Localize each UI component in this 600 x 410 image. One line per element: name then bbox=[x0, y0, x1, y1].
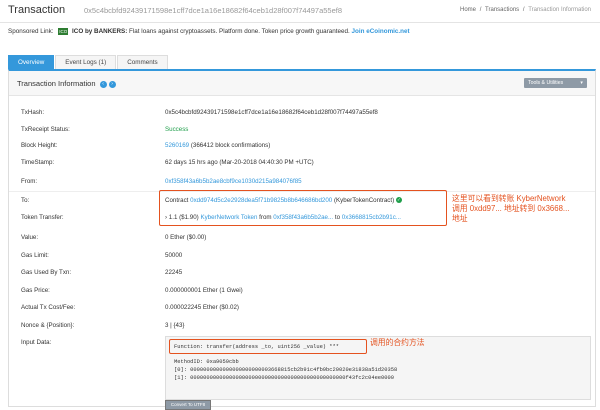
chevron-down-icon: ▾ bbox=[580, 80, 583, 86]
tab-comments[interactable]: Comments bbox=[117, 55, 168, 70]
annotation-function-box bbox=[169, 339, 367, 354]
annotation-line-3: 地址 bbox=[452, 214, 468, 223]
annotation-transfer-box bbox=[159, 190, 447, 226]
sponsor-text: Flat loans against cryptoassets. Platfor… bbox=[129, 28, 350, 36]
tools-utilities-label: Tools & Utilities bbox=[528, 80, 564, 86]
gas-price-label: Gas Price: bbox=[21, 287, 50, 294]
param-0: [0]: 0000000000000000000000003668815cb2b… bbox=[174, 367, 398, 373]
receipt-label: TxReceipt Status: bbox=[21, 126, 70, 133]
method-id: MethodID: 0xa9059cbb bbox=[174, 359, 239, 365]
gas-price-value: 0.000000001 Ether (1 Gwei) bbox=[165, 287, 243, 294]
breadcrumb-current: Transaction Information bbox=[528, 7, 591, 13]
sponsor-brand: ICO by BANKERS: bbox=[72, 28, 128, 36]
block-value: 5260169 (366412 block confirmations) bbox=[165, 142, 270, 149]
value-label: Value: bbox=[21, 234, 39, 241]
breadcrumb: Home / Transactions / Transaction Inform… bbox=[459, 7, 592, 13]
tab-bar: Overview Event Logs (1) Comments bbox=[8, 55, 169, 70]
sponsored-link: Sponsored Link: ICO ICO by BANKERS: Flat… bbox=[8, 28, 592, 42]
transaction-panel: Transaction Information ‹ › Tools & Utili… bbox=[8, 69, 596, 410]
txhash-label: TxHash: bbox=[21, 109, 45, 116]
gas-used-label: Gas Used By Txn: bbox=[21, 269, 72, 276]
breadcrumb-transactions[interactable]: Transactions bbox=[485, 7, 519, 13]
token-transfer-label: Token Transfer: bbox=[21, 214, 64, 221]
annotation-line-1: 这里可以看到转账 KyberNetwork bbox=[452, 194, 566, 203]
annotation-line-2: 调用 0xdd97... 地址转到 0x3668... bbox=[452, 204, 570, 213]
sponsor-prefix: Sponsored Link: bbox=[8, 28, 54, 36]
receipt-status: Success bbox=[165, 126, 189, 133]
gas-limit-value: 50000 bbox=[165, 252, 183, 259]
gas-used-value: 22245 bbox=[165, 269, 183, 276]
tab-event-logs[interactable]: Event Logs (1) bbox=[55, 55, 117, 70]
from-label: From: bbox=[21, 178, 38, 185]
next-transaction-icon[interactable]: › bbox=[108, 80, 116, 88]
panel-title-text: Transaction Information bbox=[17, 79, 96, 88]
param-1: [1]: 00000000000000000000000000000000000… bbox=[174, 375, 394, 381]
block-confirmations: (366412 block confirmations) bbox=[190, 142, 271, 149]
breadcrumb-separator: / bbox=[479, 7, 482, 13]
timestamp-label: TimeStamp: bbox=[21, 159, 55, 166]
fee-label: Actual Tx Cost/Fee: bbox=[21, 304, 76, 311]
nonce-label: Nonce & {Position}: bbox=[21, 322, 75, 329]
breadcrumb-separator: / bbox=[522, 7, 525, 13]
block-label: Block Height: bbox=[21, 142, 58, 149]
ico-logo-icon: ICO bbox=[58, 28, 69, 35]
panel-title: Transaction Information ‹ › bbox=[17, 79, 116, 88]
block-link[interactable]: 5260169 bbox=[165, 142, 189, 149]
input-label: Input Data: bbox=[21, 339, 52, 346]
panel-header: Transaction Information ‹ › Tools & Utili… bbox=[9, 71, 595, 96]
gas-limit-label: Gas Limit: bbox=[21, 252, 49, 259]
nonce-value: 3 | {43} bbox=[165, 322, 185, 329]
tools-utilities-button[interactable]: Tools & Utilities ▾ bbox=[524, 78, 587, 88]
convert-utf8-button[interactable]: Convert To UTF8 bbox=[165, 400, 211, 410]
page-hash: 0x5c4bcbfd92439171598e1cff7dce1a16e18682… bbox=[84, 6, 343, 15]
from-address-link[interactable]: 0xf358f43a6b5b2ae8cbf9ce1030d215a984076f… bbox=[165, 178, 302, 185]
value-amount: 0 Ether ($0.00) bbox=[165, 234, 207, 241]
annotation-function-note: 调用的合约方法 bbox=[370, 338, 425, 347]
top-bar: Transaction 0x5c4bcbfd92439171598e1cff7d… bbox=[0, 0, 600, 23]
timestamp-value: 62 days 15 hrs ago (Mar-20-2018 04:40:30… bbox=[165, 159, 314, 166]
txhash-value: 0x5c4bcbfd92439171598e1cff7dce1a16e18682… bbox=[165, 109, 378, 116]
to-label: To: bbox=[21, 197, 30, 204]
prev-transaction-icon[interactable]: ‹ bbox=[99, 80, 107, 88]
breadcrumb-home[interactable]: Home bbox=[460, 7, 476, 13]
annotation-transfer-note: 这里可以看到转账 KyberNetwork 调用 0xdd97... 地址转到 … bbox=[452, 194, 569, 224]
fee-value: 0.000022245 Ether ($0.02) bbox=[165, 304, 239, 311]
sponsor-link[interactable]: Join eCoinomic.net bbox=[352, 28, 410, 35]
page-title: Transaction bbox=[8, 4, 66, 16]
tab-overview[interactable]: Overview bbox=[8, 55, 55, 70]
